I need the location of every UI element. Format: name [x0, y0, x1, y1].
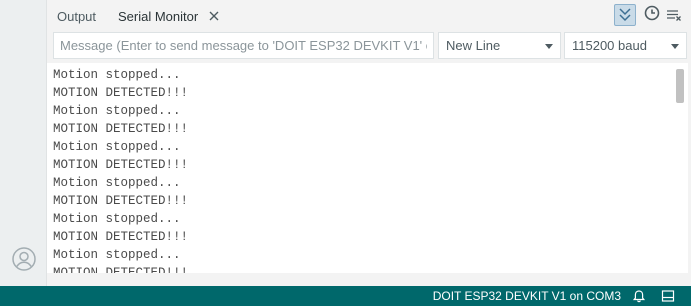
close-icon[interactable]: [207, 9, 221, 23]
tab-serial-monitor[interactable]: Serial Monitor: [118, 0, 198, 32]
chevrons-down-icon: [619, 8, 631, 22]
output-line: Motion stopped...: [53, 176, 181, 190]
panel-header: Output Serial Monitor: [47, 0, 691, 32]
output-line: MOTION DETECTED!!!: [53, 86, 189, 100]
vertical-scrollbar[interactable]: [676, 69, 684, 103]
left-activity-bar: [0, 0, 47, 286]
message-input[interactable]: [53, 32, 434, 59]
board-port-status[interactable]: DOIT ESP32 DEVKIT V1 on COM3: [433, 286, 621, 306]
baud-rate-select[interactable]: 115200 baud: [564, 32, 687, 59]
output-line: Motion stopped...: [53, 212, 181, 226]
tab-output[interactable]: Output: [57, 0, 96, 32]
account-icon[interactable]: [12, 247, 36, 271]
output-line: Motion stopped...: [53, 68, 181, 82]
clear-output-icon: [667, 10, 681, 21]
caret-down-icon: [671, 44, 679, 49]
output-line: MOTION DETECTED!!!: [53, 158, 189, 172]
status-bar: DOIT ESP32 DEVKIT V1 on COM3: [0, 286, 691, 306]
output-line: MOTION DETECTED!!!: [53, 266, 189, 273]
autoscroll-toggle-button[interactable]: [614, 4, 636, 26]
output-line: Motion stopped...: [53, 248, 181, 262]
panel-icon[interactable]: [661, 289, 675, 303]
timestamp-toggle-button[interactable]: [641, 4, 663, 26]
caret-down-icon: [545, 44, 553, 49]
output-line: MOTION DETECTED!!!: [53, 194, 189, 208]
output-line: MOTION DETECTED!!!: [53, 122, 189, 136]
output-line: Motion stopped...: [53, 104, 181, 118]
line-ending-value: New Line: [446, 38, 501, 53]
clock-icon: [644, 5, 660, 21]
serial-input-row: New Line 115200 baud: [53, 32, 687, 61]
serial-output[interactable]: Motion stopped... MOTION DETECTED!!! Mot…: [47, 63, 688, 273]
bell-icon[interactable]: [632, 289, 646, 303]
line-ending-select[interactable]: New Line: [438, 32, 561, 59]
output-line: MOTION DETECTED!!!: [53, 230, 189, 244]
output-line: Motion stopped...: [53, 140, 181, 154]
clear-output-button[interactable]: [663, 4, 685, 26]
baud-rate-value: 115200 baud: [572, 38, 647, 53]
